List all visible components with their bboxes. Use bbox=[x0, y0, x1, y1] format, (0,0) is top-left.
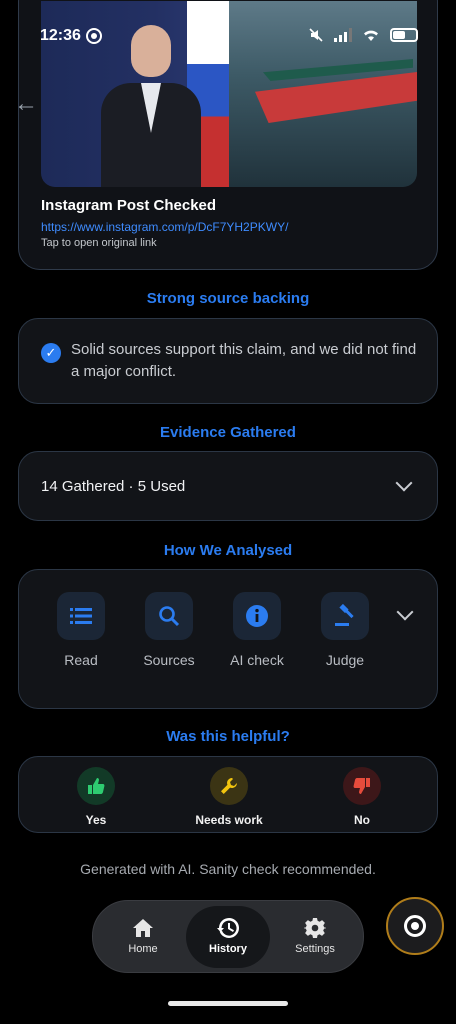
thumbs-down-icon bbox=[343, 767, 381, 805]
gavel-icon bbox=[321, 592, 369, 640]
back-arrow-icon[interactable]: ← bbox=[14, 90, 38, 118]
post-title: Instagram Post Checked bbox=[41, 197, 217, 214]
step-ai-check[interactable]: AI check bbox=[225, 592, 289, 670]
step-read[interactable]: Read bbox=[49, 592, 113, 670]
feedback-label: Needs work bbox=[195, 813, 263, 827]
nav-settings[interactable]: Settings bbox=[273, 906, 357, 968]
evidence-summary: 14 Gathered · 5 Used bbox=[41, 478, 186, 495]
step-sources[interactable]: Sources bbox=[137, 592, 201, 670]
feedback-yes-button[interactable]: Yes bbox=[51, 767, 141, 827]
status-bar: 12:36 bbox=[0, 0, 456, 72]
capture-fab-button[interactable] bbox=[386, 897, 444, 955]
feedback-label: No bbox=[354, 813, 370, 827]
thumbs-up-icon bbox=[77, 767, 115, 805]
search-icon bbox=[145, 592, 193, 640]
nav-label: Home bbox=[128, 943, 158, 955]
step-label: AI check bbox=[230, 652, 284, 668]
source-backing-card: ✓ Solid sources support this claim, and … bbox=[18, 318, 438, 404]
post-hint: Tap to open original link bbox=[41, 237, 157, 249]
wrench-icon bbox=[210, 767, 248, 805]
home-icon bbox=[101, 916, 185, 940]
battery-icon bbox=[390, 28, 418, 42]
check-circle-icon: ✓ bbox=[41, 343, 61, 363]
gear-icon bbox=[273, 916, 357, 940]
chevron-down-icon[interactable] bbox=[396, 603, 414, 621]
status-icons bbox=[308, 27, 418, 43]
bottom-nav: Home History Settings bbox=[92, 900, 364, 973]
post-link[interactable]: https://www.instagram.com/p/DcF7YH2PKWY/ bbox=[41, 220, 288, 234]
source-backing-text: Solid sources support this claim, and we… bbox=[71, 341, 417, 380]
mute-icon bbox=[309, 28, 323, 42]
history-icon bbox=[186, 916, 270, 940]
wifi-icon bbox=[364, 30, 378, 41]
evidence-card[interactable]: 14 Gathered · 5 Used bbox=[18, 451, 438, 521]
feedback-heading: Was this helpful? bbox=[166, 728, 290, 745]
home-indicator[interactable] bbox=[168, 1001, 288, 1006]
feedback-label: Yes bbox=[85, 813, 107, 827]
feedback-needs-work-button[interactable]: Needs work bbox=[184, 767, 274, 827]
analysis-card: Read Sources AI check Judge bbox=[18, 569, 438, 709]
step-judge[interactable]: Judge bbox=[313, 592, 377, 670]
nav-label: Settings bbox=[295, 943, 335, 955]
nav-home[interactable]: Home bbox=[101, 906, 185, 968]
info-icon bbox=[233, 592, 281, 640]
step-label: Sources bbox=[143, 652, 195, 668]
source-backing-heading: Strong source backing bbox=[146, 290, 310, 307]
screen-record-icon bbox=[86, 28, 102, 44]
ai-disclaimer: Generated with AI. Sanity check recommen… bbox=[80, 861, 376, 877]
evidence-heading: Evidence Gathered bbox=[160, 424, 296, 441]
feedback-card: Yes Needs work No bbox=[18, 756, 438, 833]
target-icon bbox=[404, 915, 426, 937]
signal-icon bbox=[334, 28, 352, 42]
nav-history[interactable]: History bbox=[186, 906, 270, 968]
list-icon bbox=[57, 592, 105, 640]
nav-label: History bbox=[209, 943, 247, 955]
chevron-down-icon[interactable] bbox=[395, 474, 413, 492]
feedback-no-button[interactable]: No bbox=[317, 767, 407, 827]
analysis-heading: How We Analysed bbox=[163, 542, 293, 559]
step-label: Read bbox=[64, 652, 98, 668]
step-label: Judge bbox=[325, 652, 365, 668]
status-time: 12:36 bbox=[40, 27, 81, 44]
